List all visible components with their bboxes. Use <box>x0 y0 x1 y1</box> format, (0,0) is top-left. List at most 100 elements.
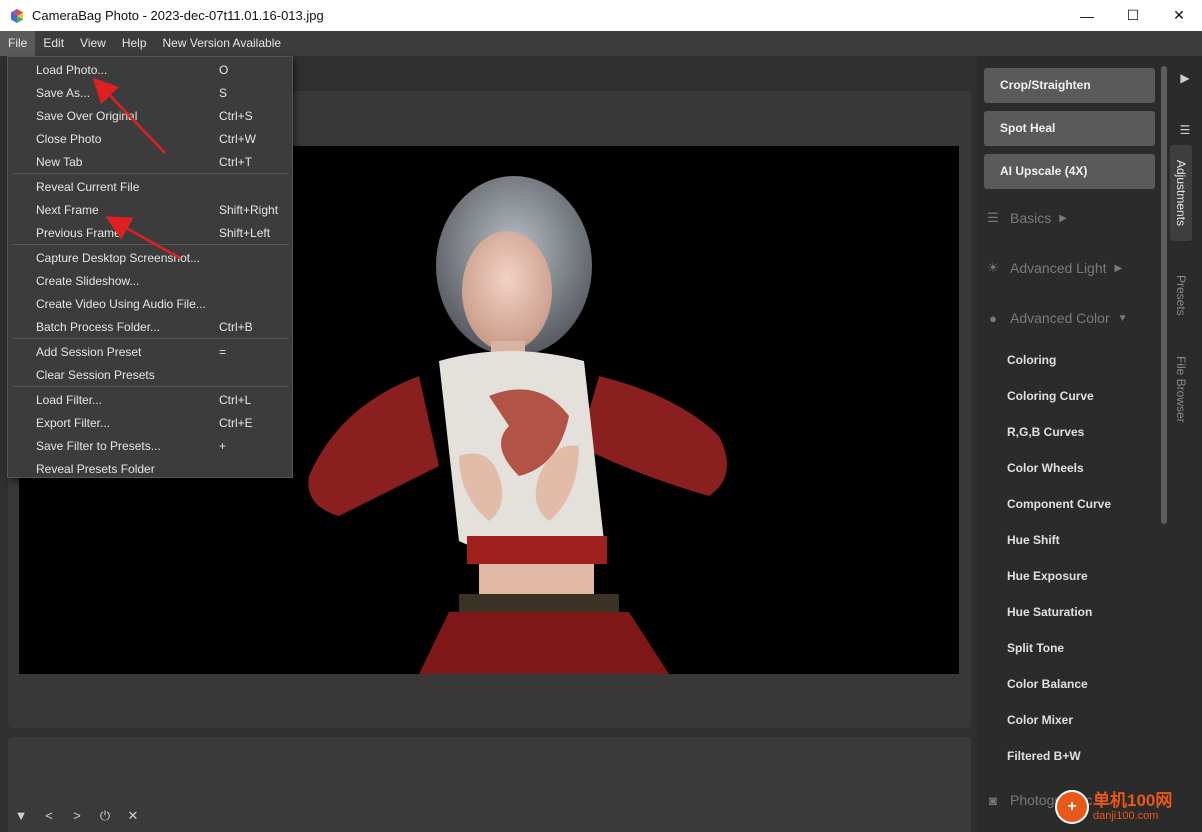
window-title: CameraBag Photo - 2023-dec-07t11.01.16-0… <box>32 8 324 23</box>
menu-clear-session-presets[interactable]: Clear Session Presets <box>9 363 291 386</box>
menu-view[interactable]: View <box>72 31 114 56</box>
watermark-url: danji100.com <box>1093 810 1159 822</box>
close-icon[interactable]: ✕ <box>126 808 140 824</box>
menu-load-filter[interactable]: Load Filter... Ctrl+L <box>9 388 291 411</box>
expand-arrow-icon: ▶ <box>1059 212 1067 224</box>
adj-hue-saturation[interactable]: Hue Saturation <box>1007 604 1092 620</box>
ai-upscale-button[interactable]: AI Upscale (4X) <box>984 154 1155 189</box>
spot-heal-button[interactable]: Spot Heal <box>984 111 1155 146</box>
menu-batch-process[interactable]: Batch Process Folder... Ctrl+B <box>9 315 291 338</box>
minimize-button[interactable]: — <box>1064 0 1110 31</box>
scrollbar-thumb[interactable] <box>1161 66 1167 524</box>
menu-save-as[interactable]: Save As... S <box>9 81 291 104</box>
menu-export-filter[interactable]: Export Filter... Ctrl+E <box>9 411 291 434</box>
menu-new-tab[interactable]: New Tab Ctrl+T <box>9 150 291 173</box>
menu-load-photo[interactable]: Load Photo... O <box>9 58 291 81</box>
adj-split-tone[interactable]: Split Tone <box>1007 640 1064 656</box>
previous-icon[interactable]: < <box>42 808 56 824</box>
menu-new-version[interactable]: New Version Available <box>155 31 290 56</box>
menu-save-filter-presets[interactable]: Save Filter to Presets... + <box>9 434 291 457</box>
collapse-arrow-icon: ▼ <box>1117 312 1128 324</box>
section-basics-label: Basics <box>1010 210 1052 226</box>
maximize-button[interactable]: ☐ <box>1110 0 1156 31</box>
section-advanced-light[interactable]: ☀ Advanced Light ▶ <box>984 256 1122 280</box>
menu-item-label: Export Filter... <box>36 415 111 430</box>
menu-item-shortcut: Ctrl+W <box>219 131 256 146</box>
expand-arrow-icon: ▶ <box>1114 262 1123 274</box>
adj-hue-shift[interactable]: Hue Shift <box>1007 532 1060 548</box>
menu-reveal-current-file[interactable]: Reveal Current File <box>9 175 291 198</box>
menu-item-shortcut: Shift+Left <box>219 225 271 240</box>
camera-icon: ◙ <box>989 792 997 808</box>
filmstrip-panel <box>8 737 971 832</box>
menu-separator <box>13 173 289 174</box>
color-circles-icon: ● <box>989 310 997 326</box>
watermark-title: 单机100网 <box>1093 791 1173 810</box>
menu-edit[interactable]: Edit <box>35 31 72 56</box>
collapse-down-icon[interactable]: ▼ <box>14 808 28 824</box>
adj-coloring-curve[interactable]: Coloring Curve <box>1007 388 1094 404</box>
menu-separator <box>13 244 289 245</box>
adj-color-wheels[interactable]: Color Wheels <box>1007 460 1084 476</box>
adj-coloring[interactable]: Coloring <box>1007 352 1056 368</box>
menu-item-shortcut: Ctrl+T <box>219 154 252 169</box>
adj-component-curve[interactable]: Component Curve <box>1007 496 1111 512</box>
menu-create-video[interactable]: Create Video Using Audio File... <box>9 292 291 315</box>
close-window-button[interactable]: ✕ <box>1156 0 1202 31</box>
menu-item-shortcut: Shift+Right <box>219 202 279 217</box>
tab-presets[interactable]: Presets <box>1170 268 1192 322</box>
menu-separator <box>13 386 289 387</box>
next-icon[interactable]: > <box>70 808 84 824</box>
menu-item-label: Next Frame <box>36 202 99 217</box>
menu-item-label: Save Filter to Presets... <box>36 438 161 453</box>
menu-separator <box>13 338 289 339</box>
sun-icon: ☀ <box>987 260 999 275</box>
watermark-logo-icon: + <box>1055 790 1089 824</box>
menu-item-shortcut: Ctrl+L <box>219 392 252 407</box>
menu-previous-frame[interactable]: Previous Frame Shift+Left <box>9 221 291 244</box>
menu-save-over-original[interactable]: Save Over Original Ctrl+S <box>9 104 291 127</box>
tab-file-browser[interactable]: File Browser <box>1170 350 1192 428</box>
menu-item-label: Load Photo... <box>36 62 108 77</box>
sliders-icon: ☰ <box>987 210 999 225</box>
section-advanced-color-label: Advanced Color <box>1010 310 1110 326</box>
menu-close-photo[interactable]: Close Photo Ctrl+W <box>9 127 291 150</box>
menu-item-label: Close Photo <box>36 131 102 146</box>
menu-item-label: Batch Process Folder... <box>36 319 161 334</box>
hamburger-menu-icon[interactable]: ☰ <box>1168 118 1202 142</box>
menu-item-label: Reveal Current File <box>36 179 140 194</box>
adj-hue-exposure[interactable]: Hue Exposure <box>1007 568 1088 584</box>
menu-reveal-presets-folder[interactable]: Reveal Presets Folder <box>9 457 291 480</box>
menu-item-label: Load Filter... <box>36 392 103 407</box>
menu-item-shortcut: Ctrl+S <box>219 108 253 123</box>
adj-rgb-curves[interactable]: R,G,B Curves <box>1007 424 1084 440</box>
menu-item-label: Save Over Original <box>36 108 138 123</box>
adj-filtered-bw[interactable]: Filtered B+W <box>1007 748 1081 764</box>
camerabag-app-icon <box>10 8 24 23</box>
play-icon[interactable]: ▶ <box>1168 66 1202 90</box>
file-menu-dropdown: Load Photo... O Save As... S Save Over O… <box>7 56 293 478</box>
menu-item-shortcut: = <box>219 344 227 359</box>
adj-color-balance[interactable]: Color Balance <box>1007 676 1088 692</box>
menu-next-frame[interactable]: Next Frame Shift+Right <box>9 198 291 221</box>
title-bar: CameraBag Photo - 2023-dec-07t11.01.16-0… <box>0 0 1202 31</box>
menu-item-label: Create Slideshow... <box>36 273 140 288</box>
section-advanced-color[interactable]: ● Advanced Color ▼ <box>984 306 1128 330</box>
power-icon[interactable]: ⏻ <box>98 808 112 824</box>
menu-help[interactable]: Help <box>114 31 155 56</box>
menu-item-label: Clear Session Presets <box>36 367 155 382</box>
crop-straighten-button[interactable]: Crop/Straighten <box>984 68 1155 103</box>
menu-file[interactable]: File <box>0 31 36 56</box>
adj-color-mixer[interactable]: Color Mixer <box>1007 712 1073 728</box>
menu-item-shortcut: O <box>219 62 229 77</box>
menu-item-shortcut: + <box>219 438 227 453</box>
menu-item-label: Capture Desktop Screenshot... <box>36 250 201 265</box>
menu-add-session-preset[interactable]: Add Session Preset = <box>9 340 291 363</box>
menu-item-label: New Tab <box>36 154 83 169</box>
menu-capture-screenshot[interactable]: Capture Desktop Screenshot... <box>9 246 291 269</box>
menu-item-label: Save As... <box>36 85 91 100</box>
tab-adjustments[interactable]: Adjustments <box>1170 145 1192 241</box>
menu-create-slideshow[interactable]: Create Slideshow... <box>9 269 291 292</box>
section-basics[interactable]: ☰ Basics ▶ <box>984 206 1067 230</box>
menu-item-shortcut: S <box>219 85 228 100</box>
